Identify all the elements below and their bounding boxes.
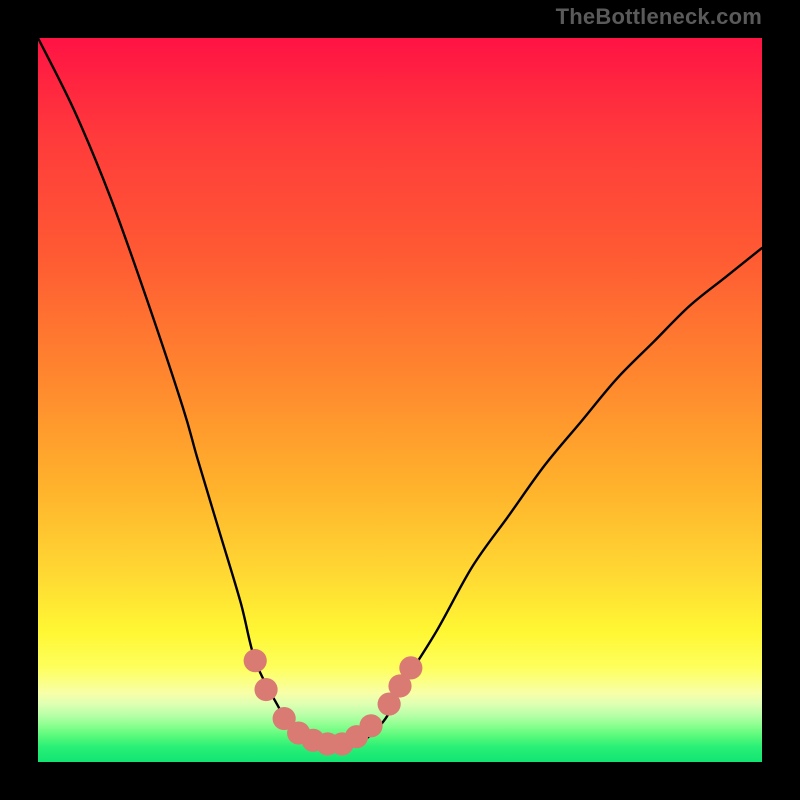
marker-dot <box>244 649 267 672</box>
marker-dot <box>254 678 277 701</box>
chart-svg <box>0 0 800 800</box>
marker-dot <box>359 714 382 737</box>
marker-group <box>244 649 423 755</box>
bottleneck-curve-path <box>38 38 762 748</box>
chart-stage: TheBottleneck.com <box>0 0 800 800</box>
marker-dot <box>399 656 422 679</box>
